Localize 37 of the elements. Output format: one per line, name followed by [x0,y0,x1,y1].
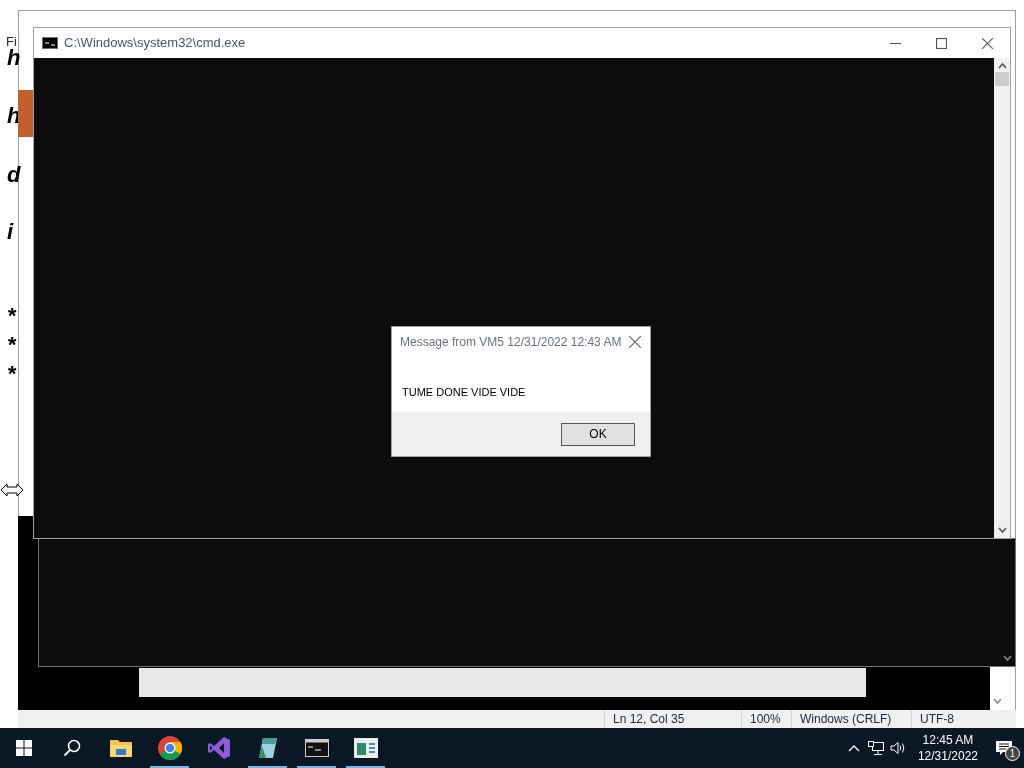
running-indicator [248,766,287,768]
running-indicator [297,766,336,768]
folder-icon [109,738,132,758]
scroll-down-icon[interactable] [993,697,1002,705]
ok-button[interactable]: OK [561,422,635,446]
windows-logo-icon [16,740,32,756]
scroll-down-icon[interactable] [1003,654,1012,662]
scroll-down-icon[interactable] [997,526,1007,534]
text-line: * [7,302,16,330]
network-icon[interactable] [867,740,884,756]
volume-icon[interactable] [889,741,906,755]
clock[interactable]: 12:45 AM 12/31/2022 [911,732,984,764]
text-line: i [7,218,14,246]
notepad-icon [256,736,279,760]
highlight-block [18,90,34,137]
dialog-title: Message from VM5 12/31/2022 12:43 AM [400,334,622,351]
running-indicator [346,766,385,768]
scrollbar[interactable] [994,58,1010,538]
maximize-icon [935,37,947,49]
running-indicator [150,766,189,768]
search-icon [63,739,81,757]
text-line: d [7,161,21,189]
text-line: h [7,45,21,72]
browser-icon [157,736,182,760]
close-icon [981,37,993,49]
text-line: * [7,360,16,388]
dialog-message: TUME DONE VIDE VIDE [402,386,526,398]
console-icon [304,739,329,757]
notifications-button[interactable]: 1 [984,728,1024,768]
console-icon [42,37,58,49]
text-line: * [7,331,16,359]
chevron-up-icon[interactable] [847,744,860,752]
scroll-thumb[interactable] [995,72,1009,86]
window-icon [353,738,378,758]
scroll-up-icon[interactable] [997,62,1007,70]
close-button[interactable] [628,335,642,349]
window-title: C:\Windows\system32\cmd.exe [64,34,246,53]
